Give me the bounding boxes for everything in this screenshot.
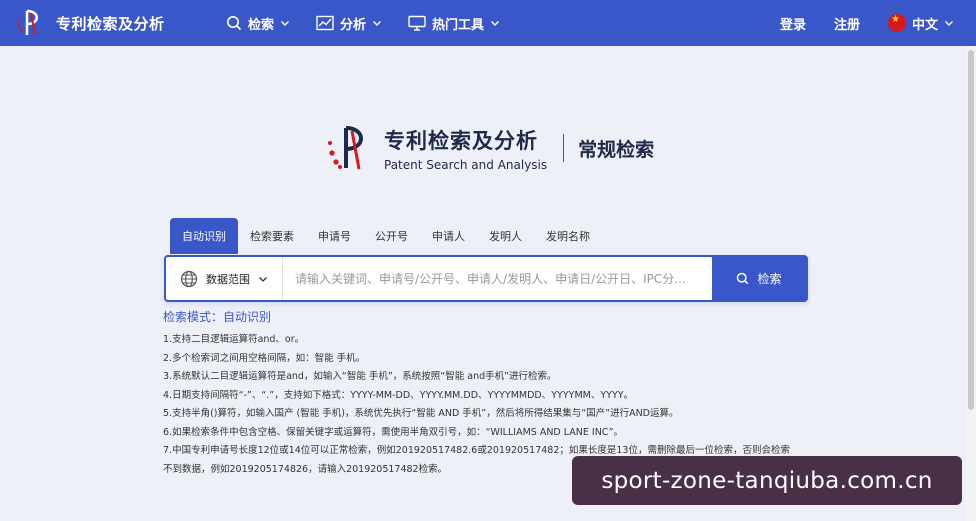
- tab-applicant[interactable]: 申请人: [420, 218, 477, 254]
- chevron-down-icon: [491, 21, 500, 26]
- search-mode-title: 常规检索: [578, 138, 655, 161]
- help-tip: 1.支持二目逻辑运算符and、or。: [163, 334, 305, 345]
- main-nav: 检索 分析 热门工具: [226, 14, 526, 33]
- patent-logo-icon: [328, 126, 363, 170]
- brand-name: 专利检索及分析: [56, 14, 165, 33]
- search-button-label: 检索: [757, 272, 782, 286]
- hero-en-title: Patent Search and Analysis: [384, 157, 548, 172]
- search-bar: 数据范围 检索: [164, 255, 808, 302]
- chart-icon: [316, 15, 334, 31]
- help-tip: 2.多个检索词之间用空格间隔，如：智能 手机。: [163, 352, 366, 364]
- tab-application-number[interactable]: 申请号: [306, 218, 363, 254]
- nav-analysis-label: 分析: [340, 17, 367, 33]
- search-mode-text: 检索模式：自动识别: [163, 310, 272, 324]
- hero-logo: 专利检索及分析 Patent Search and Analysis 常规检索: [322, 122, 654, 174]
- register-link[interactable]: 注册: [834, 14, 860, 33]
- nav-tools-label: 热门工具: [432, 17, 485, 33]
- tab-publication-number[interactable]: 公开号: [363, 218, 420, 254]
- search-help: 检索模式：自动识别 1.支持二目逻辑运算符and、or。 2.多个检索词之间用空…: [163, 308, 813, 479]
- watermark: sport-zone-tanqiuba.com.cn: [572, 456, 962, 505]
- nav-analysis[interactable]: 分析: [316, 14, 382, 33]
- tab-auto-detect[interactable]: 自动识别: [170, 218, 238, 254]
- chevron-down-icon: [945, 21, 953, 26]
- data-scope-label: 数据范围: [206, 272, 250, 286]
- help-tip: 6.如果检索条件中包含空格、保留关键字或运算符，需使用半角双引号，如：“WILL…: [163, 426, 624, 438]
- hero-titles: 专利检索及分析 Patent Search and Analysis: [384, 125, 547, 172]
- data-scope-dropdown[interactable]: 数据范围: [166, 257, 283, 300]
- tab-inventor[interactable]: 发明人: [477, 218, 534, 254]
- language-label: 中文: [911, 17, 938, 33]
- help-tip: 4.日期支持间隔符“-”、“.”，支持如下格式：YYYY-MM-DD、YYYY.…: [163, 389, 634, 401]
- nav-tools[interactable]: 热门工具: [408, 14, 500, 33]
- login-link[interactable]: 登录: [780, 14, 806, 33]
- search-icon: [737, 272, 749, 285]
- scrollbar-thumb[interactable]: [968, 50, 974, 410]
- tab-search-elements[interactable]: 检索要素: [238, 218, 306, 254]
- hero-divider: [563, 134, 565, 162]
- tab-invention-title[interactable]: 发明名称: [534, 218, 602, 254]
- top-navbar: 专利检索及分析 检索 分析 热门工具 登录 注册 中文: [0, 0, 976, 46]
- china-flag-icon: [887, 14, 906, 32]
- search-icon: [227, 16, 242, 31]
- nav-search[interactable]: 检索: [226, 14, 290, 33]
- hero-cn-title: 专利检索及分析: [384, 128, 538, 153]
- user-nav: 登录 注册 中文: [752, 14, 954, 33]
- chevron-down-icon: [259, 276, 267, 282]
- patent-logo-icon: [16, 9, 38, 36]
- search-button[interactable]: 检索: [712, 257, 806, 300]
- language-selector[interactable]: 中文: [887, 14, 954, 33]
- monitor-icon: [408, 15, 426, 31]
- brand[interactable]: 专利检索及分析: [14, 8, 204, 38]
- chevron-down-icon: [373, 21, 382, 26]
- help-tip: 5.支持半角()算符，如输入国产 (智能 手机)，系统优先执行“智能 AND 手…: [163, 408, 679, 419]
- globe-icon: [180, 270, 198, 287]
- chevron-down-icon: [281, 21, 290, 26]
- nav-search-label: 检索: [248, 17, 275, 33]
- search-type-tabs: 自动识别 检索要素 申请号 公开号 申请人 发明人 发明名称: [170, 218, 602, 254]
- page-scrollbar[interactable]: [966, 46, 976, 521]
- help-tip: 3.系统默认二目逻辑运算符是and，如输入“智能 手机”，系统按照“智能 and…: [163, 371, 557, 382]
- search-input[interactable]: [283, 257, 712, 300]
